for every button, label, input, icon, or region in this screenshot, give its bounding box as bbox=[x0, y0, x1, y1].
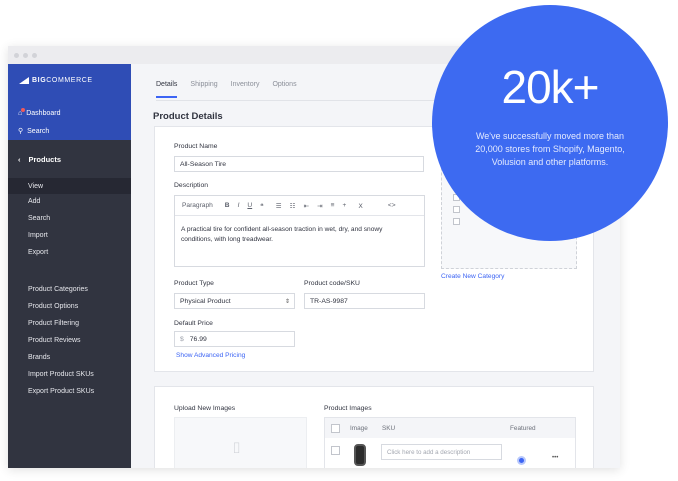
sidebar-item-product-filtering[interactable]: Product Filtering bbox=[28, 320, 79, 327]
camera-icon: ⌷ bbox=[232, 440, 242, 457]
currency-symbol: $ bbox=[180, 335, 184, 343]
create-category-link[interactable]: Create New Category bbox=[441, 273, 504, 280]
sidebar-section-products[interactable]: ‹ Products bbox=[8, 148, 131, 170]
sku-input[interactable]: TR-AS-9987 bbox=[304, 293, 425, 309]
tab-options[interactable]: Options bbox=[272, 81, 296, 98]
product-images-table: Image SKU Featured Click here to add a d… bbox=[324, 417, 576, 468]
sidebar-item-dashboard[interactable]: ⌂ Dashboard bbox=[18, 108, 61, 117]
window-dot-icon[interactable] bbox=[14, 53, 19, 58]
select-all-checkbox[interactable] bbox=[331, 424, 340, 433]
sidebar-header: BIGCOMMERCE ⌂ Dashboard ⚲ Search bbox=[8, 64, 131, 140]
tab-inventory[interactable]: Inventory bbox=[231, 81, 260, 98]
images-card: Upload New Images ⌷ Product Images Image… bbox=[154, 386, 594, 468]
numbered-list-icon[interactable]: ☷ bbox=[290, 202, 296, 210]
tab-bar: Details Shipping Inventory Options bbox=[156, 81, 310, 98]
sidebar-item-view[interactable]: View bbox=[8, 178, 131, 194]
logo-mark-icon bbox=[19, 77, 29, 84]
indent-icon[interactable]: ⇥ bbox=[317, 202, 323, 210]
column-sku: SKU bbox=[382, 425, 396, 432]
outdent-icon[interactable]: ⇤ bbox=[304, 202, 310, 210]
sidebar-item-product-reviews[interactable]: Product Reviews bbox=[28, 337, 81, 344]
notification-dot bbox=[21, 108, 26, 112]
quote-icon[interactable]: ❝ bbox=[260, 202, 264, 210]
tab-shipping[interactable]: Shipping bbox=[190, 81, 217, 98]
bold-icon[interactable]: B bbox=[225, 202, 230, 209]
product-type-select[interactable]: Physical Product ⇕ bbox=[174, 293, 295, 309]
sidebar-item-export-skus[interactable]: Export Product SKUs bbox=[28, 388, 94, 395]
paragraph-select[interactable]: Paragraph bbox=[182, 202, 213, 209]
logo-rest-text: COMMERCE bbox=[46, 77, 93, 84]
more-options-icon[interactable]: ••• bbox=[552, 455, 558, 461]
default-price-label: Default Price bbox=[174, 320, 213, 327]
image-upload-dropzone[interactable]: ⌷ bbox=[174, 417, 307, 468]
sidebar-item-label: Dashboard bbox=[26, 110, 61, 117]
upload-images-label: Upload New Images bbox=[174, 405, 236, 412]
category-checkbox[interactable] bbox=[453, 218, 460, 225]
home-icon: ⌂ bbox=[18, 108, 26, 117]
source-code-icon[interactable]: <> bbox=[388, 202, 396, 209]
select-arrows-icon: ⇕ bbox=[284, 298, 290, 305]
show-advanced-pricing-link[interactable]: Show Advanced Pricing bbox=[176, 352, 245, 359]
product-name-input[interactable]: All-Season Tire bbox=[174, 156, 424, 172]
sidebar-item-search-products[interactable]: Search bbox=[28, 215, 50, 222]
tab-details[interactable]: Details bbox=[156, 81, 178, 98]
sidebar-item-export[interactable]: Export bbox=[28, 249, 48, 256]
sidebar-item-import-skus[interactable]: Import Product SKUs bbox=[28, 371, 94, 378]
search-icon: ⚲ bbox=[18, 128, 24, 135]
sidebar-item-label: Search bbox=[27, 127, 50, 135]
sidebar-item-product-options[interactable]: Product Options bbox=[28, 303, 78, 310]
price-value: 76.99 bbox=[189, 335, 207, 343]
logo-big-text: BIG bbox=[32, 77, 47, 84]
sku-label: Product code/SKU bbox=[304, 280, 360, 287]
product-type-value: Physical Product bbox=[180, 297, 231, 305]
bullet-list-icon[interactable]: ☰ bbox=[276, 202, 282, 210]
page-title: Product Details bbox=[153, 111, 223, 122]
product-images-label: Product Images bbox=[324, 405, 372, 412]
table-header: Image SKU Featured bbox=[325, 418, 575, 438]
column-featured: Featured bbox=[510, 425, 536, 432]
sidebar: BIGCOMMERCE ⌂ Dashboard ⚲ Search ‹ Produ… bbox=[8, 64, 131, 468]
image-description-input[interactable]: Click here to add a description bbox=[381, 444, 502, 460]
window-dot-icon[interactable] bbox=[23, 53, 28, 58]
italic-icon[interactable]: I bbox=[238, 202, 240, 209]
sidebar-section-label: Products bbox=[28, 154, 62, 164]
sidebar-item-search[interactable]: ⚲ Search bbox=[18, 127, 50, 136]
description-text: A practical tire for confident all-seaso… bbox=[181, 226, 383, 243]
align-icon[interactable]: ≡ bbox=[331, 202, 335, 209]
logo[interactable]: BIGCOMMERCE bbox=[19, 77, 93, 84]
column-image: Image bbox=[350, 425, 368, 432]
row-checkbox[interactable] bbox=[331, 446, 340, 455]
sidebar-item-add[interactable]: Add bbox=[28, 198, 40, 205]
editor-toolbar: Paragraph B I U ❝ ☰ ☷ ⇤ ⇥ ≡ + Ⅹ <> bbox=[175, 196, 424, 216]
underline-icon[interactable]: U bbox=[247, 202, 252, 209]
tire-icon bbox=[354, 444, 366, 466]
featured-radio[interactable] bbox=[517, 456, 526, 465]
price-input[interactable]: $ 76.99 bbox=[174, 331, 295, 347]
promo-badge: 20k+ We've successfully moved more than … bbox=[432, 5, 668, 241]
sidebar-item-product-categories[interactable]: Product Categories bbox=[28, 286, 88, 293]
clear-format-icon[interactable]: Ⅹ bbox=[358, 202, 363, 210]
promo-text: We've successfully moved more than 20,00… bbox=[475, 131, 625, 167]
sidebar-item-import[interactable]: Import bbox=[28, 232, 48, 239]
insert-icon[interactable]: + bbox=[343, 202, 347, 209]
description-editor[interactable]: Paragraph B I U ❝ ☰ ☷ ⇤ ⇥ ≡ + Ⅹ <> A pra… bbox=[174, 195, 425, 267]
category-checkbox[interactable] bbox=[453, 206, 460, 213]
promo-headline: 20k+ bbox=[501, 61, 599, 113]
product-type-label: Product Type bbox=[174, 280, 214, 287]
product-name-label: Product Name bbox=[174, 143, 218, 150]
sidebar-item-brands[interactable]: Brands bbox=[28, 354, 50, 361]
chevron-left-icon: ‹ bbox=[18, 154, 21, 164]
description-label: Description bbox=[174, 182, 208, 189]
window-dot-icon[interactable] bbox=[32, 53, 37, 58]
